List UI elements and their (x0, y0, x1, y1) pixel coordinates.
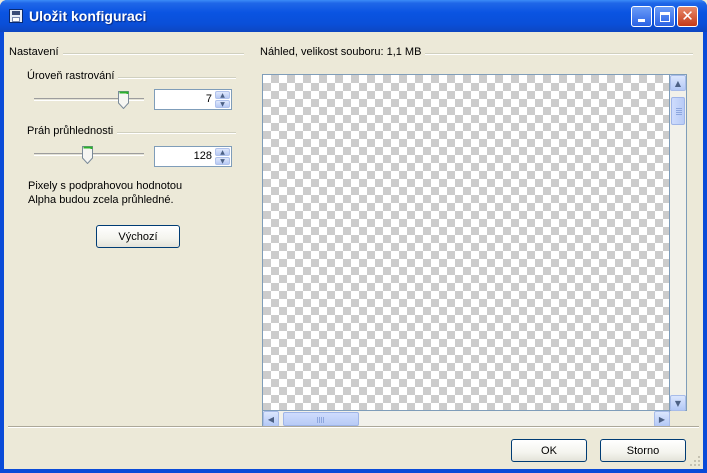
title-bar[interactable]: Uložit konfiguraci ✕ (0, 0, 707, 32)
scroll-up-icon: ▲ (674, 78, 682, 88)
close-button[interactable]: ✕ (677, 6, 698, 27)
raster-level-stepper[interactable]: 7 ▲ ▼ (154, 89, 232, 110)
cancel-button[interactable]: Storno (600, 439, 686, 462)
ok-button[interactable]: OK (511, 439, 587, 462)
preview-canvas[interactable] (262, 74, 670, 411)
maximize-icon (659, 11, 670, 22)
bottom-separator (8, 426, 699, 428)
threshold-slider-thumb[interactable] (82, 146, 93, 164)
vertical-scroll-thumb[interactable] (671, 97, 685, 125)
threshold-label: Práh průhlednosti (27, 125, 118, 137)
preview-label: Náhled, velikost souboru: 1,1 MB (260, 46, 426, 58)
raster-level-slider[interactable] (34, 89, 144, 111)
scroll-left-button[interactable]: ◀ (263, 411, 279, 427)
window-title: Uložit konfiguraci (29, 8, 147, 24)
settings-group-label: Nastavení (9, 46, 63, 58)
default-button[interactable]: Výchozí (96, 225, 180, 248)
scroll-down-icon: ▼ (674, 398, 682, 408)
scroll-right-icon: ▶ (658, 414, 666, 424)
horizontal-scroll-thumb[interactable] (283, 412, 359, 426)
raster-up-icon[interactable]: ▲ (215, 91, 230, 99)
maximize-button[interactable] (654, 6, 675, 27)
raster-level-value[interactable]: 7 (206, 93, 212, 105)
hint-line-1: Pixely s podprahovou hodnotou (28, 180, 183, 192)
alpha-hint-text: Pixely s podprahovou hodnotou Alpha budo… (28, 179, 182, 207)
dialog-client-area: Nastavení Úroveň rastrování 7 ▲ ▼ Práh p… (4, 32, 703, 469)
floppy-disk-icon (9, 9, 23, 23)
scroll-up-button[interactable]: ▲ (670, 75, 686, 91)
scroll-down-button[interactable]: ▼ (670, 395, 686, 411)
close-icon: ✕ (681, 7, 694, 25)
raster-slider-thumb[interactable] (118, 91, 129, 109)
minimize-icon (638, 19, 645, 22)
dialog-window: Uložit konfiguraci ✕ Nastavení Úroveň ra… (0, 0, 707, 473)
raster-down-icon[interactable]: ▼ (215, 100, 230, 108)
scroll-left-icon: ◀ (267, 414, 275, 424)
scroll-right-button[interactable]: ▶ (654, 411, 670, 427)
threshold-down-icon[interactable]: ▼ (215, 157, 230, 165)
threshold-slider[interactable] (34, 144, 144, 166)
resize-grip-icon[interactable] (689, 455, 701, 467)
minimize-button[interactable] (631, 6, 652, 27)
vertical-scrollbar[interactable]: ▲ ▼ (670, 74, 687, 411)
threshold-value[interactable]: 128 (194, 150, 212, 162)
threshold-up-icon[interactable]: ▲ (215, 148, 230, 156)
hint-line-2: Alpha budou zcela průhledné. (28, 194, 174, 206)
raster-level-label: Úroveň rastrování (27, 70, 119, 82)
threshold-stepper[interactable]: 128 ▲ ▼ (154, 146, 232, 167)
